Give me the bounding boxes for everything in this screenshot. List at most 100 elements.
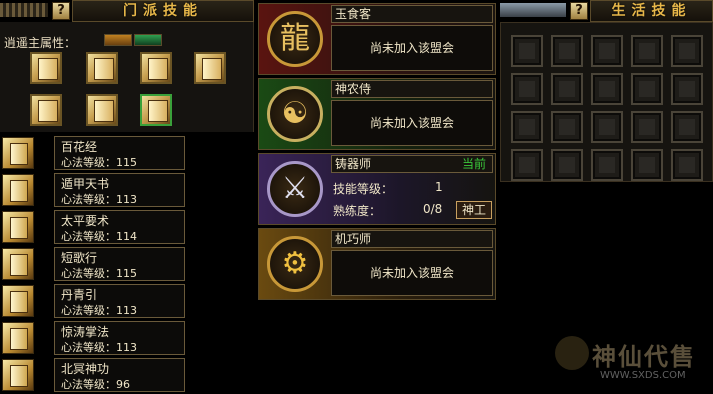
skill-name: 惊涛掌法	[61, 325, 110, 339]
book-icon[interactable]	[194, 52, 226, 84]
proficiency-value: 0/8	[423, 202, 443, 216]
weapon-rack-emblem-icon: ⚔	[267, 161, 323, 217]
empty-slot[interactable]	[631, 111, 663, 143]
guild-name: 铸器师	[335, 157, 372, 171]
empty-slot[interactable]	[591, 35, 623, 67]
empty-slot[interactable]	[671, 111, 703, 143]
skill-level: 心法等级：115	[61, 156, 137, 169]
skill-name: 北冥神功	[61, 362, 110, 376]
empty-slot[interactable]	[511, 149, 543, 181]
guild-status: 尚未加入该盟会	[331, 250, 493, 296]
life-skills-title: 生活技能	[611, 3, 692, 19]
skill-level-label: 技能等级：	[333, 182, 394, 196]
watermark-logo-icon	[555, 336, 589, 370]
skill-book-icon	[2, 248, 34, 280]
skill-name: 短歌行	[61, 251, 98, 265]
empty-slot[interactable]	[551, 35, 583, 67]
skill-info: 太平要术 心法等级：114	[54, 210, 185, 244]
skill-level: 心法等级：113	[61, 304, 137, 317]
title-bar-sect-skills: 门派技能	[72, 0, 254, 22]
skill-book-icon	[2, 322, 34, 354]
title-decoration-left	[0, 3, 48, 17]
skill-info: 惊涛掌法 心法等级：113	[54, 321, 185, 355]
skill-row[interactable]: 北冥神功 心法等级：96	[0, 358, 186, 394]
empty-slot[interactable]	[671, 73, 703, 105]
skill-row[interactable]: 太平要术 心法等级：114	[0, 210, 186, 246]
guild-card-shennongshi[interactable]: ☯ 神农侍 尚未加入该盟会	[258, 78, 496, 150]
empty-slot[interactable]	[671, 149, 703, 181]
life-skill-panel	[500, 22, 713, 182]
skill-book-icon	[2, 285, 34, 317]
sect-skills-title: 门派技能	[123, 3, 203, 19]
wind-attribute-icon	[134, 34, 162, 46]
skill-row[interactable]: 百花经 心法等级：115	[0, 136, 186, 172]
empty-slot[interactable]	[511, 111, 543, 143]
empty-slot[interactable]	[631, 149, 663, 181]
sect-skill-panel: 逍遥主属性：	[0, 22, 254, 132]
book-icon-selected[interactable]	[140, 94, 172, 126]
guild-name: 机巧师	[331, 230, 493, 248]
skill-info: 北冥神功 心法等级：96	[54, 358, 185, 392]
skill-info: 百花经 心法等级：115	[54, 136, 185, 170]
empty-slot[interactable]	[591, 111, 623, 143]
title-bar-life-skills: 生活技能	[590, 0, 713, 22]
guild-status: 尚未加入该盟会	[331, 25, 493, 71]
guild-status: 尚未加入该盟会	[331, 100, 493, 146]
empty-slot[interactable]	[591, 149, 623, 181]
help-button-left[interactable]: ?	[52, 2, 70, 20]
empty-slot[interactable]	[631, 35, 663, 67]
skill-name: 百花经	[61, 140, 98, 154]
empty-slot[interactable]	[551, 73, 583, 105]
skill-level: 心法等级：114	[61, 230, 137, 243]
skill-info: 短歌行 心法等级：115	[54, 247, 185, 281]
empty-slot[interactable]	[631, 73, 663, 105]
yin-yang-leaf-emblem-icon: ☯	[267, 86, 323, 142]
skill-book-icon	[2, 211, 34, 243]
skill-info: 遁甲天书 心法等级：113	[54, 173, 185, 207]
book-icon[interactable]	[86, 94, 118, 126]
empty-slot[interactable]	[511, 35, 543, 67]
skill-row[interactable]: 短歌行 心法等级：115	[0, 247, 186, 283]
book-icon[interactable]	[140, 52, 172, 84]
empty-slot[interactable]	[591, 73, 623, 105]
skill-book-icon	[2, 359, 34, 391]
current-badge: 当前	[461, 157, 486, 171]
skill-level-value: 1	[435, 180, 443, 194]
empty-slot[interactable]	[671, 35, 703, 67]
title-decoration-right	[500, 3, 566, 17]
skill-row[interactable]: 丹青引 心法等级：113	[0, 284, 186, 320]
skill-row[interactable]: 惊涛掌法 心法等级：113	[0, 321, 186, 357]
skill-book-icon	[2, 137, 34, 169]
skill-level: 心法等级：115	[61, 267, 137, 280]
skill-level: 心法等级：96	[61, 378, 130, 391]
book-icon[interactable]	[86, 52, 118, 84]
skill-row[interactable]: 遁甲天书 心法等级：113	[0, 173, 186, 209]
guild-name: 神农侍	[331, 80, 493, 98]
guild-name-row: 铸器师 当前	[331, 155, 493, 173]
empty-slot[interactable]	[551, 149, 583, 181]
watermark-text: 神仙代售	[592, 343, 696, 371]
dragon-emblem-icon: 龍	[267, 11, 323, 67]
guild-card-zhuqishi[interactable]: ⚔ 铸器师 当前 技能等级： 1 熟练度： 0/8 神工	[258, 153, 496, 225]
empty-slot[interactable]	[511, 73, 543, 105]
guild-card-yushike[interactable]: 龍 玉食客 尚未加入该盟会	[258, 3, 496, 75]
skill-info: 丹青引 心法等级：113	[54, 284, 185, 318]
skill-book-icon	[2, 174, 34, 206]
fire-attribute-icon	[104, 34, 132, 46]
gear-emblem-icon: ⚙	[267, 236, 323, 292]
skill-name: 太平要术	[61, 214, 110, 228]
skill-level: 心法等级：113	[61, 341, 137, 354]
guild-name: 玉食客	[331, 5, 493, 23]
book-icon[interactable]	[30, 94, 62, 126]
book-icon[interactable]	[30, 52, 62, 84]
skill-name: 遁甲天书	[61, 177, 110, 191]
proficiency-label: 熟练度：	[333, 204, 382, 218]
guild-card-jiqiaoshi[interactable]: ⚙ 机巧师 尚未加入该盟会	[258, 228, 496, 300]
watermark-url: WWW.SXDS.COM	[600, 370, 686, 381]
attribute-label: 逍遥主属性：	[4, 36, 77, 50]
shengong-button[interactable]: 神工	[456, 201, 492, 219]
help-button-right[interactable]: ?	[570, 2, 588, 20]
skill-level: 心法等级：113	[61, 193, 137, 206]
skill-name: 丹青引	[61, 288, 98, 302]
empty-slot[interactable]	[551, 111, 583, 143]
